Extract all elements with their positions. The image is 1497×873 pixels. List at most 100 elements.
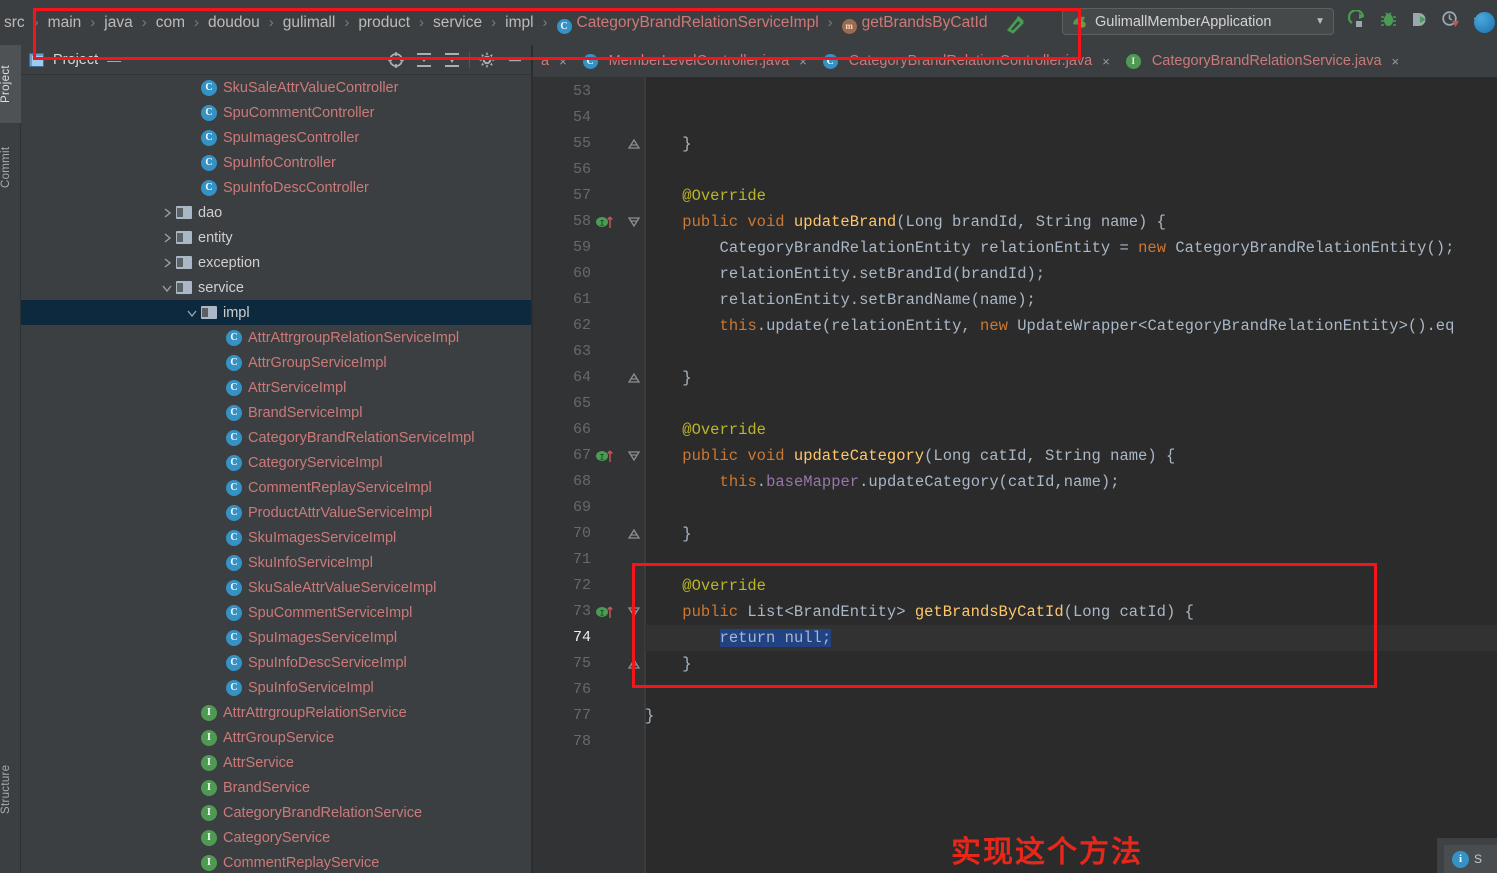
breadcrumb-item-com[interactable]: com	[154, 0, 187, 45]
run-icon[interactable]	[1347, 9, 1367, 29]
implementing-method-gutter-icon[interactable]: I	[595, 209, 617, 235]
tree-item-CategoryBrandRelationServiceImpl[interactable]: C CategoryBrandRelationServiceImpl	[21, 425, 533, 450]
locate-icon[interactable]	[382, 48, 410, 72]
run-configuration-selector[interactable]: GulimallMemberApplication ▼	[1062, 8, 1334, 35]
code-line-64[interactable]: }	[682, 365, 691, 391]
editor-tab-CategoryBrandRelationService-java[interactable]: I CategoryBrandRelationService.java ×	[1118, 45, 1407, 77]
chevron-down-icon[interactable]	[186, 307, 198, 319]
code-line-61[interactable]: relationEntity.setBrandName(name);	[720, 287, 1036, 313]
fold-start-icon[interactable]	[623, 599, 645, 625]
chevron-right-icon[interactable]	[161, 232, 173, 244]
tree-item-BrandServiceImpl[interactable]: C BrandServiceImpl	[21, 400, 533, 425]
tree-item-exception[interactable]: exception	[21, 250, 533, 275]
editor-tab-CategoryBrandRelationController-java[interactable]: C CategoryBrandRelationController.java ×	[815, 45, 1118, 77]
code-line-68[interactable]: this.baseMapper.updateCategory(catId,nam…	[720, 469, 1120, 495]
code-line-70[interactable]: }	[682, 521, 691, 547]
project-tree[interactable]: C SkuSaleAttrValueController C SpuCommentCo…	[21, 75, 533, 873]
code-line-62[interactable]: this.update(relationEntity, new UpdateWr…	[720, 313, 1455, 339]
breadcrumb-item-service[interactable]: service	[431, 0, 484, 45]
tree-item-SkuSaleAttrValueController[interactable]: C SkuSaleAttrValueController	[21, 75, 533, 100]
code-line-75[interactable]: }	[682, 651, 691, 677]
fold-end-icon[interactable]	[623, 131, 645, 157]
bug-icon[interactable]	[1379, 10, 1398, 29]
tree-item-SpuInfoServiceImpl[interactable]: C SpuInfoServiceImpl	[21, 675, 533, 700]
close-icon[interactable]: ×	[799, 54, 807, 69]
tree-item-SkuSaleAttrValueServiceImpl[interactable]: C SkuSaleAttrValueServiceImpl	[21, 575, 533, 600]
profiler-icon[interactable]	[1441, 10, 1460, 29]
editor-fold-column[interactable]	[623, 77, 645, 873]
breadcrumb-item-product[interactable]: product	[356, 0, 412, 45]
tree-item-SpuInfoController[interactable]: C SpuInfoController	[21, 150, 533, 175]
code-line-77[interactable]: }	[645, 703, 654, 729]
tree-item-AttrAttrgroupRelationServiceImpl[interactable]: C AttrAttrgroupRelationServiceImpl	[21, 325, 533, 350]
fold-end-icon[interactable]	[623, 521, 645, 547]
code-line-66[interactable]: @Override	[682, 417, 766, 443]
build-project-button[interactable]	[1003, 10, 1029, 36]
tree-item-SpuCommentServiceImpl[interactable]: C SpuCommentServiceImpl	[21, 600, 533, 625]
tree-item-service[interactable]: service	[21, 275, 533, 300]
close-icon[interactable]: ×	[1102, 54, 1110, 69]
tree-item-AttrAttrgroupRelationService[interactable]: I AttrAttrgroupRelationService	[21, 700, 533, 725]
tree-item-dao[interactable]: dao	[21, 200, 533, 225]
tree-item-CategoryService[interactable]: I CategoryService	[21, 825, 533, 850]
tree-item-SpuInfoDescController[interactable]: C SpuInfoDescController	[21, 175, 533, 200]
tree-item-CommentReplayService[interactable]: I CommentReplayService	[21, 850, 533, 873]
code-content[interactable]: } @Override public void updateBrand(Long b…	[645, 77, 1497, 873]
code-editor[interactable]: } @Override public void updateBrand(Long b…	[533, 77, 1497, 873]
editor-tab-bar[interactable]: a × C MemberLevelController.java × C CategoryB…	[533, 45, 1497, 77]
tree-item-AttrService[interactable]: I AttrService	[21, 750, 533, 775]
code-line-74[interactable]: return null;	[719, 625, 832, 651]
breadcrumb-item-main[interactable]: main	[46, 0, 84, 45]
code-line-72[interactable]: @Override	[682, 573, 766, 599]
tree-item-ProductAttrValueServiceImpl[interactable]: C ProductAttrValueServiceImpl	[21, 500, 533, 525]
sidebar-item-commit[interactable]: Commit	[0, 129, 21, 205]
fold-end-icon[interactable]	[623, 651, 645, 677]
tree-item-SkuInfoServiceImpl[interactable]: C SkuInfoServiceImpl	[21, 550, 533, 575]
code-line-73[interactable]: public List<BrandEntity> getBrandsByCatI…	[682, 599, 1194, 625]
breadcrumb-item-doudou[interactable]: doudou	[206, 0, 262, 45]
implementing-method-gutter-icon[interactable]: I	[595, 443, 617, 469]
sidebar-item-project[interactable]: Project	[0, 45, 21, 123]
close-icon[interactable]: ×	[1392, 54, 1400, 69]
coverage-icon[interactable]	[1410, 10, 1429, 29]
code-line-59[interactable]: CategoryBrandRelationEntity relationEnti…	[720, 235, 1455, 261]
tree-item-AttrGroupService[interactable]: I AttrGroupService	[21, 725, 533, 750]
code-line-60[interactable]: relationEntity.setBrandId(brandId);	[720, 261, 1046, 287]
code-line-67[interactable]: public void updateCategory(Long catId, S…	[682, 443, 1175, 469]
tree-item-SpuImagesServiceImpl[interactable]: C SpuImagesServiceImpl	[21, 625, 533, 650]
close-icon[interactable]: ×	[559, 54, 567, 69]
breadcrumb-item-gulimall[interactable]: gulimall	[281, 0, 338, 45]
fold-start-icon[interactable]	[623, 443, 645, 469]
chevron-down-icon[interactable]: ▼	[1315, 16, 1325, 27]
chevron-down-icon[interactable]	[161, 282, 173, 294]
code-line-58[interactable]: public void updateBrand(Long brandId, St…	[682, 209, 1166, 235]
notification-popup[interactable]: i S	[1444, 845, 1497, 873]
code-line-57[interactable]: @Override	[682, 183, 766, 209]
collapse-all-icon[interactable]	[410, 48, 438, 72]
tree-item-impl[interactable]: impl	[21, 300, 533, 325]
breadcrumb[interactable]: src › main › java › com › doudou › gulimall › produc…	[0, 0, 989, 45]
tree-item-BrandService[interactable]: I BrandService	[21, 775, 533, 800]
gear-icon[interactable]	[473, 48, 501, 72]
breadcrumb-item-categorybrandrelationserviceimpl[interactable]: C CategoryBrandRelationServiceImpl	[555, 0, 821, 45]
sidebar-item-structure[interactable]: Structure	[0, 745, 21, 833]
tree-item-AttrGroupServiceImpl[interactable]: C AttrGroupServiceImpl	[21, 350, 533, 375]
editor-tab-a[interactable]: a ×	[533, 45, 575, 77]
tree-item-SkuImagesServiceImpl[interactable]: C SkuImagesServiceImpl	[21, 525, 533, 550]
fold-end-icon[interactable]	[623, 365, 645, 391]
tree-item-SpuInfoDescServiceImpl[interactable]: C SpuInfoDescServiceImpl	[21, 650, 533, 675]
tree-item-entity[interactable]: entity	[21, 225, 533, 250]
chevron-right-icon[interactable]	[161, 257, 173, 269]
tree-item-CategoryBrandRelationService[interactable]: I CategoryBrandRelationService	[21, 800, 533, 825]
avatar[interactable]	[1474, 12, 1495, 33]
code-line-55[interactable]: }	[682, 131, 691, 157]
expand-all-icon[interactable]	[438, 48, 466, 72]
editor-tab-MemberLevelController-java[interactable]: C MemberLevelController.java ×	[575, 45, 815, 77]
minimize-icon[interactable]	[501, 48, 529, 72]
fold-start-icon[interactable]	[623, 209, 645, 235]
breadcrumb-item-getbrandsbycatid[interactable]: m getBrandsByCatId	[840, 0, 990, 45]
tree-item-SpuImagesController[interactable]: C SpuImagesController	[21, 125, 533, 150]
tree-item-SpuCommentController[interactable]: C SpuCommentController	[21, 100, 533, 125]
chevron-right-icon[interactable]	[161, 207, 173, 219]
tree-item-CategoryServiceImpl[interactable]: C CategoryServiceImpl	[21, 450, 533, 475]
